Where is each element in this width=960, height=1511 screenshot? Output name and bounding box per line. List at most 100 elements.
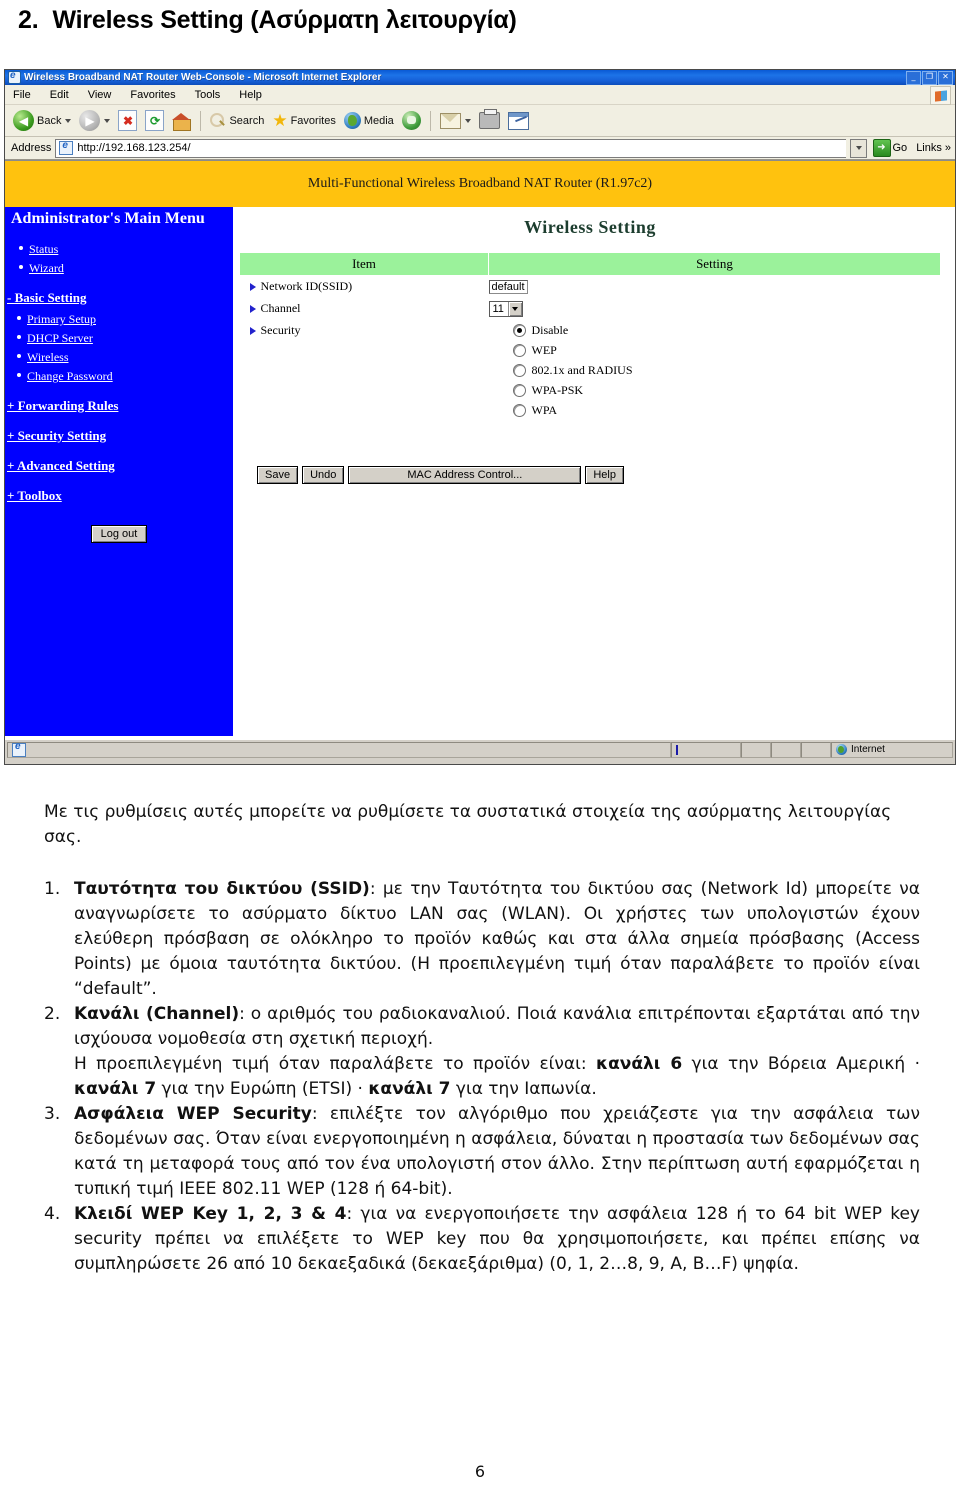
address-label: Address bbox=[11, 142, 52, 154]
print-button[interactable] bbox=[476, 109, 503, 130]
stop-icon: ✖ bbox=[118, 110, 138, 131]
minimize-button[interactable]: _ bbox=[906, 71, 921, 85]
edit-button[interactable] bbox=[505, 111, 532, 131]
list-marker: 1. bbox=[44, 879, 61, 899]
status-pane-2 bbox=[741, 741, 771, 758]
sidebar-group-label[interactable]: - Basic Setting bbox=[7, 290, 233, 306]
forward-dropdown-icon[interactable] bbox=[104, 118, 111, 123]
form-button-row: Save Undo MAC Address Control... Help bbox=[239, 466, 941, 484]
security-option-8021x-radius[interactable]: 802.1x and RADIUS bbox=[489, 363, 941, 378]
mail-dropdown-icon[interactable] bbox=[464, 118, 471, 123]
menu-item-help[interactable]: Help bbox=[239, 89, 262, 101]
document-body: Με τις ρυθμίσεις αυτές μπορείτε να ρυθμί… bbox=[44, 800, 920, 1277]
refresh-button[interactable]: ⟳ bbox=[142, 109, 167, 132]
sidebar-item-change-password[interactable]: Change Password bbox=[17, 369, 233, 384]
cell-setting-security: Disable WEP 802.1x and RADIUS WPA-PSK WP… bbox=[489, 320, 941, 426]
menu-item-favorites[interactable]: Favorites bbox=[130, 89, 175, 101]
logout-container: Log out bbox=[5, 524, 233, 543]
security-option-wep[interactable]: WEP bbox=[489, 343, 941, 358]
sidebar-group-forwarding-rules[interactable]: + Forwarding Rules bbox=[7, 398, 233, 414]
security-option-disable[interactable]: Disable bbox=[489, 323, 941, 338]
back-arrow-icon: ◀ bbox=[13, 110, 34, 131]
help-button[interactable]: Help bbox=[585, 466, 624, 484]
sidebar-item-wireless[interactable]: Wireless bbox=[17, 350, 233, 365]
links-button[interactable]: Links » bbox=[916, 142, 955, 154]
table-head: Item Setting bbox=[239, 252, 941, 276]
logout-button[interactable]: Log out bbox=[90, 525, 148, 543]
radio-icon[interactable] bbox=[512, 404, 526, 417]
menu-item-view[interactable]: View bbox=[88, 89, 112, 101]
sidebar-group-toolbox[interactable]: + Toolbox bbox=[7, 488, 233, 504]
list-item-body: Κανάλι (Channel): ο αριθμός του ραδιοκαν… bbox=[74, 1002, 920, 1102]
menu-item-file[interactable]: File bbox=[13, 89, 31, 101]
radio-label: 802.1x and RADIUS bbox=[531, 363, 633, 377]
sidebar-sublist-basic: Primary Setup DHCP Server Wireless Chang… bbox=[17, 312, 233, 384]
table-row-ssid: Network ID(SSID) default bbox=[240, 276, 941, 299]
table-header-row: Item Setting bbox=[239, 252, 941, 276]
security-option-wpa[interactable]: WPA bbox=[489, 403, 941, 418]
channel-select-value: 11 bbox=[492, 303, 504, 315]
status-message-pane bbox=[7, 741, 671, 758]
search-button-label: Search bbox=[229, 114, 265, 127]
router-body: Administrator's Main Menu Status Wizard … bbox=[5, 207, 955, 736]
home-button[interactable] bbox=[169, 111, 194, 131]
mac-address-control-button[interactable]: MAC Address Control... bbox=[348, 466, 582, 484]
sidebar-item-wizard[interactable]: Wizard bbox=[19, 261, 233, 276]
browser-address-bar: Address http://192.168.123.254/ ➜ Go Lin… bbox=[5, 137, 955, 160]
links-chevron-icon: » bbox=[944, 142, 951, 154]
radio-icon[interactable] bbox=[512, 344, 526, 357]
menu-item-edit[interactable]: Edit bbox=[50, 89, 69, 101]
security-zone-label: Internet bbox=[851, 744, 885, 755]
channel-defaults-pre: Η προεπιλεγμένη τιμή όταν παραλάβετε το … bbox=[74, 1054, 597, 1074]
history-button[interactable] bbox=[399, 110, 424, 131]
internet-explorer-icon bbox=[12, 741, 26, 757]
page-title-text: Wireless Setting (Ασύρματη λειτουργία) bbox=[52, 6, 517, 34]
close-button[interactable]: ✕ bbox=[938, 71, 953, 85]
ssid-input[interactable]: default bbox=[488, 280, 528, 294]
go-button-label: Go bbox=[892, 142, 908, 154]
back-button[interactable]: ◀ Back bbox=[10, 109, 74, 132]
sidebar-item-dhcp-server[interactable]: DHCP Server bbox=[17, 331, 233, 346]
links-label: Links bbox=[916, 142, 942, 154]
radio-icon[interactable] bbox=[512, 364, 526, 377]
security-zone-pane[interactable]: Internet bbox=[831, 741, 953, 758]
radio-icon[interactable] bbox=[512, 324, 526, 337]
go-button[interactable]: ➜ Go bbox=[871, 139, 913, 157]
address-input[interactable]: http://192.168.123.254/ bbox=[55, 138, 846, 158]
page-viewport: Multi-Functional Wireless Broadband NAT … bbox=[5, 160, 955, 739]
sidebar-item-label: Status bbox=[29, 242, 59, 256]
progress-indicator bbox=[676, 744, 678, 755]
favorites-button[interactable]: ★ Favorites bbox=[269, 112, 339, 129]
router-banner: Multi-Functional Wireless Broadband NAT … bbox=[5, 161, 955, 207]
sidebar-group-advanced-setting[interactable]: + Advanced Setting bbox=[7, 458, 233, 474]
router-sidebar: Administrator's Main Menu Status Wizard … bbox=[5, 207, 233, 736]
sidebar-item-status[interactable]: Status bbox=[19, 242, 233, 257]
chevron-down-icon[interactable] bbox=[507, 302, 522, 316]
security-option-wpa-psk[interactable]: WPA-PSK bbox=[489, 383, 941, 398]
stop-button[interactable]: ✖ bbox=[115, 109, 140, 132]
sidebar-item-primary-setup[interactable]: Primary Setup bbox=[17, 312, 233, 327]
mail-button[interactable] bbox=[437, 112, 474, 130]
restore-button[interactable]: ❐ bbox=[922, 71, 937, 85]
sidebar-item-label: Change Password bbox=[27, 369, 113, 383]
list-item-body: Ταυτότητα του δικτύου (SSID): με την Ταυ… bbox=[74, 877, 920, 1002]
page-title: 2. Wireless Setting (Ασύρματη λειτουργία) bbox=[18, 6, 517, 35]
undo-button[interactable]: Undo bbox=[302, 466, 345, 484]
cell-setting-ssid: default bbox=[488, 276, 941, 299]
save-button[interactable]: Save bbox=[257, 466, 299, 484]
wireless-settings-table: Item Setting Network ID(SSID) default Ch… bbox=[239, 252, 941, 426]
status-pane-3 bbox=[771, 741, 801, 758]
back-dropdown-icon[interactable] bbox=[65, 118, 72, 123]
address-dropdown-button[interactable] bbox=[849, 138, 867, 158]
media-button[interactable]: Media bbox=[341, 111, 397, 130]
channel-select[interactable]: 11 bbox=[488, 301, 523, 317]
search-button[interactable]: Search bbox=[207, 112, 267, 130]
sidebar-item-label: Primary Setup bbox=[27, 312, 96, 326]
media-button-label: Media bbox=[363, 114, 394, 127]
list-item-lead: Ασφάλεια WEP Security bbox=[74, 1104, 312, 1124]
menu-item-tools[interactable]: Tools bbox=[195, 89, 221, 101]
list-item-wep-security: 3. Ασφάλεια WEP Security: επιλέξτε τον α… bbox=[44, 1102, 920, 1202]
radio-icon[interactable] bbox=[512, 384, 526, 397]
sidebar-group-security-setting[interactable]: + Security Setting bbox=[7, 428, 233, 444]
forward-button[interactable]: ▶ bbox=[76, 109, 113, 132]
